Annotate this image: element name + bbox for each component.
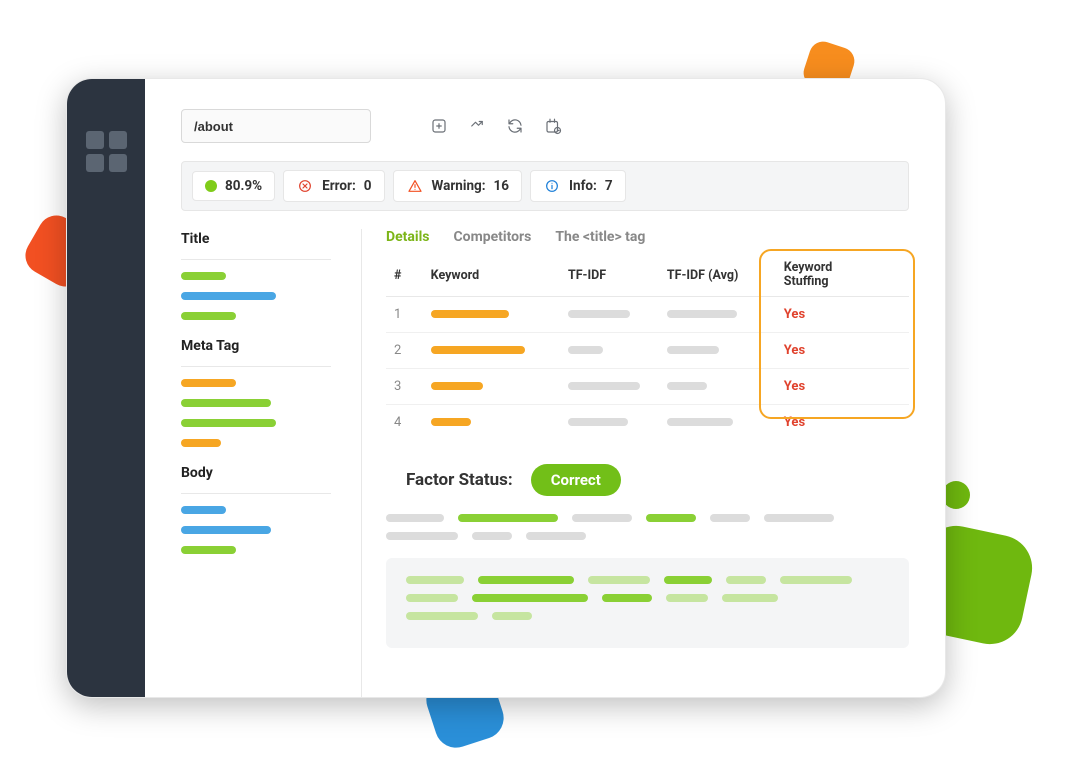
bar-placeholder (181, 312, 236, 320)
nav-rail (67, 79, 145, 697)
cell-num: 1 (386, 296, 423, 332)
cell-stuffing: Yes (776, 368, 909, 404)
status-score[interactable]: 80.9% (192, 171, 275, 201)
divider (181, 493, 331, 494)
bar-placeholder (181, 506, 226, 514)
table-row[interactable]: 2 Yes (386, 332, 909, 368)
tabs: Details Competitors The <title> tag (386, 229, 909, 245)
content-panel: Details Competitors The <title> tag # Ke… (361, 229, 909, 697)
th-tfidf: TF-IDF (560, 255, 659, 296)
refresh-icon[interactable] (501, 112, 529, 140)
cell-keyword-bar (431, 310, 509, 318)
url-input[interactable] (181, 109, 371, 143)
cell-tfidf-bar (568, 346, 603, 354)
status-error[interactable]: Error: 0 (283, 170, 384, 202)
cell-tfidfavg-bar (667, 346, 719, 354)
cell-stuffing: Yes (776, 404, 909, 440)
bar-placeholder (181, 272, 226, 280)
decor-blob-green-dot (942, 481, 970, 509)
factor-status: Factor Status: Correct (386, 464, 909, 496)
status-info[interactable]: Info: 7 (530, 170, 626, 202)
bar-placeholder (181, 379, 236, 387)
info-label: Info: (569, 178, 597, 194)
table-row[interactable]: 3 Yes (386, 368, 909, 404)
apps-icon[interactable] (86, 131, 127, 172)
keyword-table: # Keyword TF-IDF TF-IDF (Avg) KeywordStu… (386, 255, 909, 440)
cell-stuffing: Yes (776, 296, 909, 332)
add-icon[interactable] (425, 112, 453, 140)
factor-label: Factor Status: (406, 470, 513, 490)
info-icon (543, 177, 561, 195)
table-row[interactable]: 4 Yes (386, 404, 909, 440)
th-num: # (386, 255, 423, 296)
error-label: Error: (322, 178, 356, 194)
score-value: 80.9% (225, 178, 262, 194)
th-keyword: Keyword (423, 255, 560, 296)
bar-placeholder (181, 292, 276, 300)
factor-highlight-box (386, 558, 909, 648)
table-row[interactable]: 1 Yes (386, 296, 909, 332)
cell-keyword-bar (431, 346, 525, 354)
cell-num: 4 (386, 404, 423, 440)
section-title-meta[interactable]: Meta Tag (181, 338, 331, 354)
bar-placeholder (181, 526, 271, 534)
cell-stuffing: Yes (776, 332, 909, 368)
section-title-body[interactable]: Body (181, 465, 331, 481)
th-tfidf-avg: TF-IDF (Avg) (659, 255, 776, 296)
bar-placeholder (181, 439, 221, 447)
warning-count: 16 (494, 178, 510, 194)
app-frame: 80.9% Error: 0 Warning: 16 Info: 7 Title (66, 78, 946, 698)
dot-icon (205, 180, 217, 192)
status-bar: 80.9% Error: 0 Warning: 16 Info: 7 (181, 161, 909, 211)
info-count: 7 (605, 178, 613, 194)
bar-placeholder (181, 419, 276, 427)
cell-tfidf-bar (568, 310, 630, 318)
factor-description (386, 514, 909, 550)
status-warning[interactable]: Warning: 16 (393, 170, 523, 202)
cell-tfidf-bar (568, 418, 628, 426)
cell-num: 3 (386, 368, 423, 404)
error-icon (296, 177, 314, 195)
toolbar (181, 109, 909, 143)
cell-tfidf-bar (568, 382, 640, 390)
tab-competitors[interactable]: Competitors (454, 229, 532, 245)
bar-placeholder (181, 399, 271, 407)
section-title-title[interactable]: Title (181, 231, 331, 247)
tab-title-tag[interactable]: The <title> tag (555, 229, 645, 245)
cell-tfidfavg-bar (667, 310, 737, 318)
factor-badge: Correct (531, 464, 621, 496)
section-list: Title Meta Tag Body (181, 229, 331, 697)
bar-placeholder (181, 546, 236, 554)
cell-tfidfavg-bar (667, 418, 733, 426)
cell-keyword-bar (431, 382, 483, 390)
warning-icon (406, 177, 424, 195)
cell-num: 2 (386, 332, 423, 368)
schedule-icon[interactable] (539, 112, 567, 140)
cell-keyword-bar (431, 418, 471, 426)
error-count: 0 (364, 178, 372, 194)
warning-label: Warning: (432, 178, 486, 194)
divider (181, 259, 331, 260)
th-stuffing: KeywordStuffing (776, 255, 909, 296)
share-icon[interactable] (463, 112, 491, 140)
divider (181, 366, 331, 367)
main-area: 80.9% Error: 0 Warning: 16 Info: 7 Title (145, 79, 945, 697)
tab-details[interactable]: Details (386, 229, 430, 245)
cell-tfidfavg-bar (667, 382, 707, 390)
